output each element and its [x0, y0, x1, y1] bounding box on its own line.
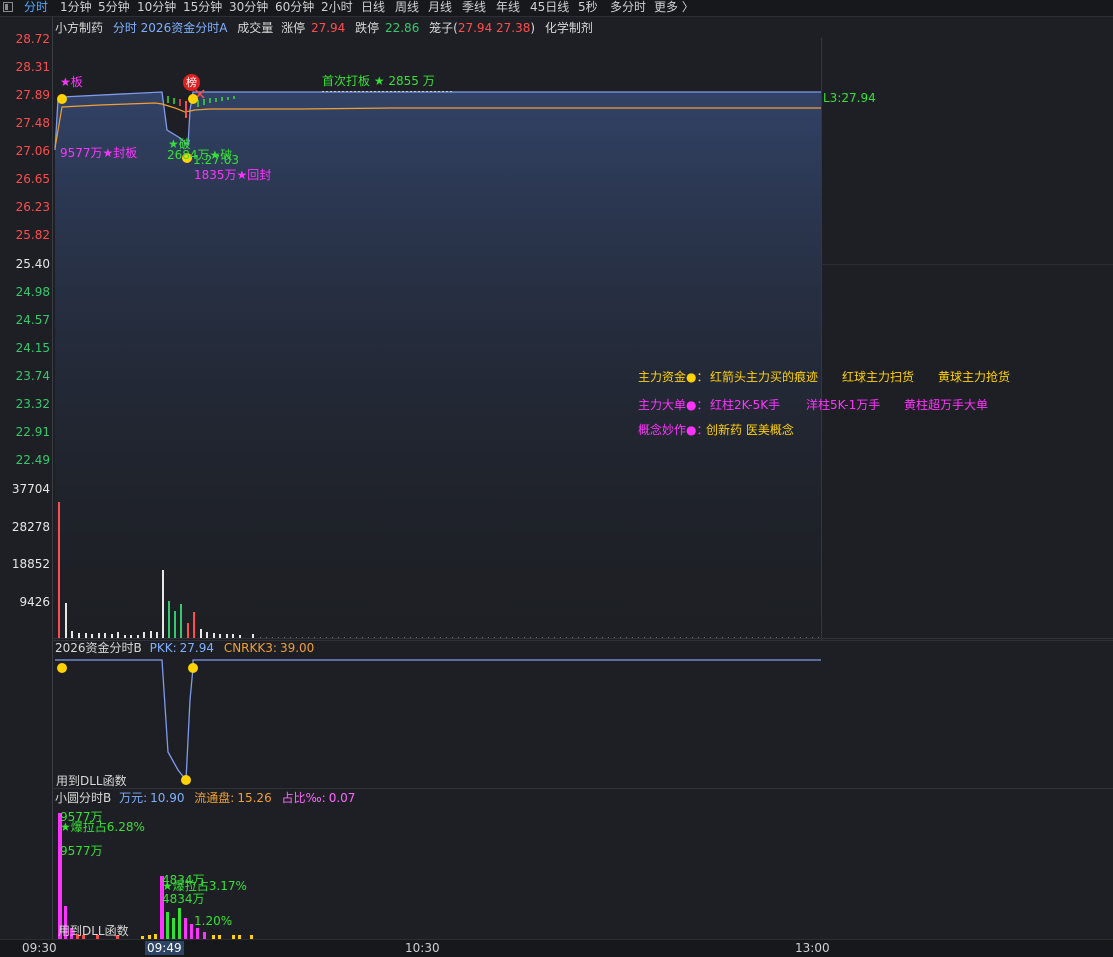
price-area-fill: [55, 92, 821, 638]
legend-big-order-item: 洋柱5K-1万手: [806, 398, 881, 412]
legend-big-order-item: 红柱2K-5K手: [710, 398, 781, 412]
legend-concept-item: 创新药 医美概念: [706, 423, 794, 437]
price-tag-label: L3:27.94: [823, 91, 876, 105]
pkk-label: PKK:: [149, 641, 177, 655]
legend-main-funds-item: 红球主力扫货: [842, 370, 915, 384]
panel-b-start-dot-icon: [57, 663, 67, 673]
float-value: 15.26: [237, 791, 272, 805]
bar1-percent-label: ★爆拉占6.28%: [60, 820, 145, 834]
chart-canvas[interactable]: [0, 0, 1113, 956]
wan-value: 10.90: [150, 791, 185, 805]
panel-c-dll-text: 用到DLL函数: [58, 924, 129, 938]
cnrkk-value: 39.00: [279, 641, 315, 655]
legend-main-funds-title: 主力资金●：: [638, 370, 709, 384]
pkk-value: 27.94: [179, 641, 214, 655]
seal-board-label: 9577万★封板: [60, 146, 138, 160]
panel-b-line: [55, 659, 821, 782]
rank-badge-icon[interactable]: 榜: [183, 74, 200, 91]
seal-board-dot-icon: [57, 94, 67, 104]
time-tick: 10:30: [405, 941, 440, 955]
panel-b-low-dot-icon: [181, 775, 191, 785]
reseal-dot-icon: [188, 94, 198, 104]
bar3-percent-label: 1.20%: [194, 914, 233, 928]
ratio-value: 0.07: [328, 791, 356, 805]
panel-b-dll-text: 用到DLL函数: [56, 774, 127, 788]
first-board-label: 首次打板 ★ 2855 万: [322, 74, 435, 88]
ratio-label: 占比‰:: [281, 791, 326, 805]
time-axis: 09:30 09:49 10:30 13:00: [0, 939, 1113, 957]
panel-c-title: 小圆分时B: [55, 791, 112, 805]
panel-b-title: 2026资金分时B: [55, 641, 142, 655]
legend-main-funds-item: 红箭头主力买的痕迹: [710, 370, 819, 384]
cnrkk-label: CNRKK3:: [223, 641, 277, 655]
time-tick: 13:00: [795, 941, 830, 955]
board-star-label: ★板: [60, 75, 83, 89]
legend-main-funds-item: 黄球主力抢货: [938, 370, 1011, 384]
low-price-label: 1:27.03: [193, 153, 240, 167]
time-tick: 09:30: [22, 941, 57, 955]
legend-big-order-title: 主力大单●：: [638, 398, 709, 412]
time-tick-cursor: 09:49: [145, 941, 184, 955]
panel-b-reseal-dot-icon: [188, 663, 198, 673]
bar1-amount-label: 9577万: [60, 844, 103, 858]
legend-big-order-item: 黄柱超万手大单: [904, 398, 989, 412]
bar2-amount-label: 4834万: [162, 892, 205, 906]
float-label: 流通盘:: [194, 791, 235, 805]
panel-c-header: 小圆分时B 万元: 10.90 流通盘: 15.26 占比‰: 0.07: [55, 791, 361, 806]
legend-concept-title: 概念妙作●：: [638, 423, 709, 437]
wan-label: 万元:: [119, 791, 148, 805]
panel-b-header: 2026资金分时B PKK: 27.94 CNRKK3: 39.00: [55, 641, 320, 656]
reseal-label: 1835万★回封: [194, 168, 272, 182]
